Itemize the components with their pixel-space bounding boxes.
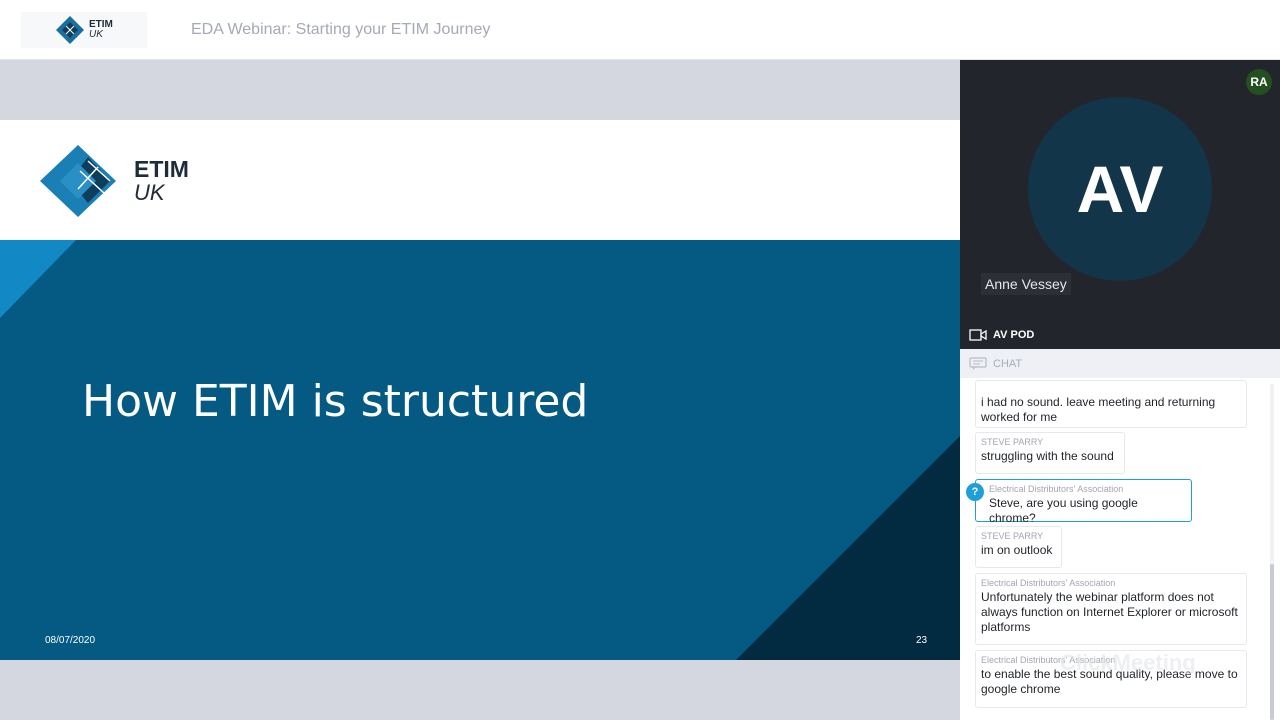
chat-message-author: Electrical Distributors' Association: [989, 484, 1124, 494]
chat-message-text: i had no sound. leave meeting and return…: [981, 395, 1216, 424]
chat-scrollbar[interactable]: [1270, 384, 1274, 720]
slide-date: 08/07/2020: [45, 635, 96, 646]
chat-message: STEVE PARRY im on outlook: [975, 526, 1062, 568]
slide-logo-line1: ETIM: [134, 156, 189, 182]
av-video-pod: AV RA Anne Vessey: [960, 60, 1280, 320]
chat-icon: [969, 356, 987, 370]
slide-header: ETIM UK: [0, 120, 960, 240]
etim-logo-icon: [56, 16, 84, 44]
question-icon: ?: [966, 483, 984, 501]
header-logo: ETIM UK: [21, 12, 147, 48]
chat-message-text: im on outlook: [981, 543, 1053, 557]
chat-scrollbar-thumb[interactable]: [1270, 564, 1274, 720]
slide-logo: ETIM UK: [40, 145, 189, 217]
self-avatar-badge[interactable]: RA: [1246, 69, 1272, 95]
chat-message-text: Unfortunately the webinar platform does …: [981, 590, 1238, 634]
chat-message-text: struggling with the sound: [981, 449, 1114, 463]
slide-body: How ETIM is structured 08/07/2020 23: [0, 240, 960, 660]
top-header: ETIM UK EDA Webinar: Starting your ETIM …: [0, 0, 1280, 60]
chat-message: i had no sound. leave meeting and return…: [975, 380, 1247, 428]
chat-message: STEVE PARRY struggling with the sound: [975, 432, 1125, 474]
header-logo-line2: UK: [89, 29, 103, 40]
presentation-slide: ETIM UK How ETIM is structured 08/07/202…: [0, 120, 960, 660]
chat-message-author: STEVE PARRY: [981, 531, 1044, 541]
chat-question-message: ? Electrical Distributors' Association S…: [966, 479, 1192, 525]
webinar-title: EDA Webinar: Starting your ETIM Journey: [191, 21, 491, 38]
chat-message-author: Electrical Distributors' Association: [981, 578, 1116, 588]
chat-tab[interactable]: CHAT: [960, 349, 1280, 378]
slide-decoration: [0, 240, 960, 660]
av-pod-label: AV POD: [993, 328, 1035, 341]
etim-logo-icon: [40, 145, 116, 217]
chat-message-list[interactable]: i had no sound. leave meeting and return…: [960, 378, 1280, 720]
slide-page-number: 23: [916, 635, 928, 646]
video-camera-icon: [969, 328, 987, 341]
chat-label: CHAT: [993, 357, 1023, 370]
chat-message: Electrical Distributors' Association Unf…: [975, 573, 1247, 645]
av-pod-tab[interactable]: AV POD: [960, 320, 1280, 349]
slide-heading: How ETIM is structured: [82, 376, 589, 427]
participant-avatar: AV: [1028, 97, 1212, 281]
slide-logo-line2: UK: [134, 180, 165, 205]
side-panel: AV RA Anne Vessey AV POD CHAT i had no s…: [960, 60, 1280, 720]
chat-message-author: STEVE PARRY: [981, 437, 1044, 447]
participant-name: Anne Vessey: [981, 273, 1071, 295]
clickmeeting-watermark: ClickMeeting: [1060, 650, 1196, 675]
chat-message-text: Steve, are you using google chrome?: [989, 496, 1138, 525]
